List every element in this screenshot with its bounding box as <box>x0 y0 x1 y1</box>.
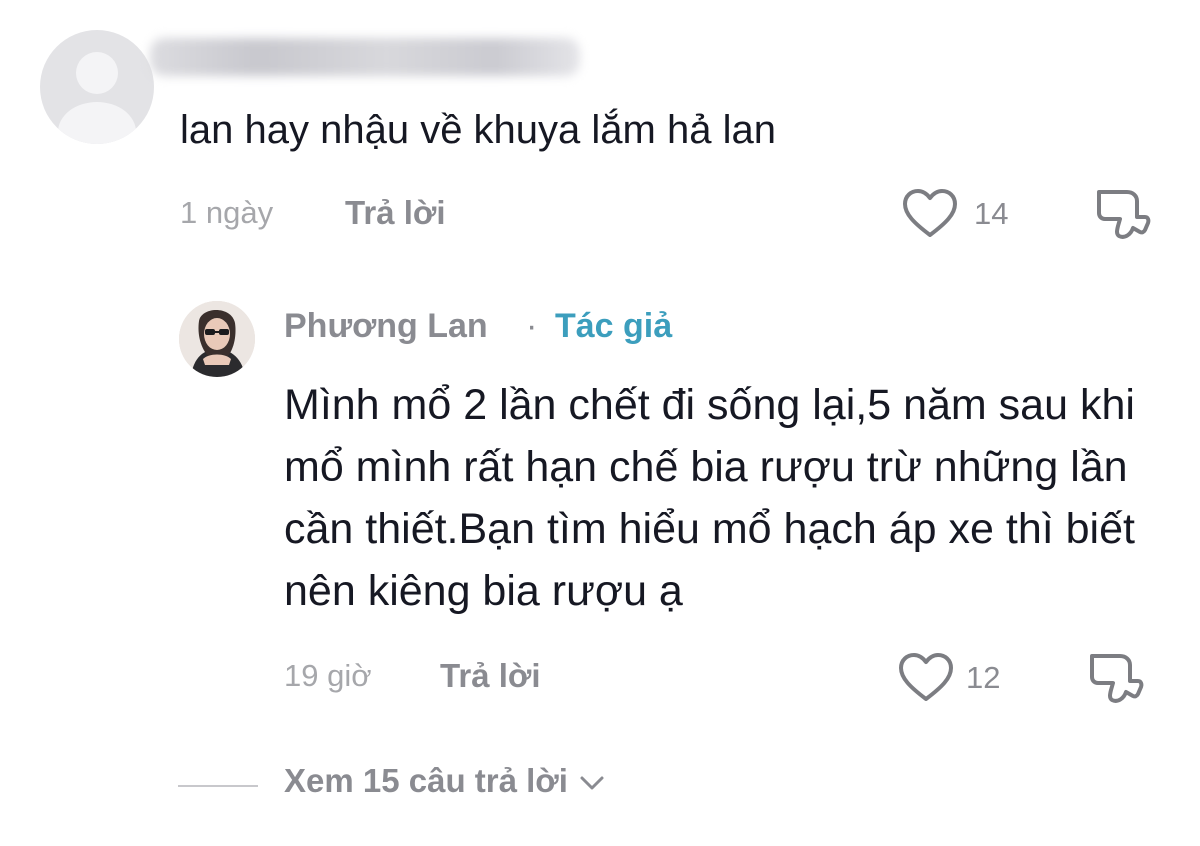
view-replies-divider <box>178 785 258 787</box>
chevron-down-icon <box>580 776 604 790</box>
author-photo <box>179 301 255 377</box>
view-replies-label: Xem 15 câu trả lời <box>284 762 568 799</box>
reply-author-name[interactable]: Phương Lan <box>284 307 488 346</box>
comment-dislike-button[interactable] <box>1093 186 1151 247</box>
comment-like-count: 14 <box>974 196 1009 231</box>
reply-dislike-button[interactable] <box>1086 650 1144 711</box>
reply-time: 19 giờ <box>284 658 372 693</box>
comment-reply-button[interactable]: Trả lời <box>345 194 446 232</box>
view-replies-button[interactable]: Xem 15 câu trả lời <box>284 762 607 800</box>
reply-reply-button[interactable]: Trả lời <box>440 657 541 695</box>
commenter-name-blurred <box>150 38 580 76</box>
reply-author-avatar[interactable] <box>179 301 255 377</box>
thumbs-down-icon <box>1090 654 1144 703</box>
thumbs-down-icon <box>1097 190 1151 239</box>
commenter-avatar[interactable] <box>40 30 154 144</box>
comment-like-button[interactable] <box>902 188 958 245</box>
heart-outline-icon <box>903 189 957 237</box>
author-separator: · <box>526 307 538 345</box>
author-badge: Tác giả <box>555 307 673 345</box>
reply-like-button[interactable] <box>898 652 954 709</box>
comment-text: lan hay nhậu về khuya lắm hả lan <box>180 108 776 152</box>
comment-time: 1 ngày <box>180 195 274 230</box>
heart-outline-icon <box>899 653 953 701</box>
reply-text: Mình mổ 2 lần chết đi sống lại,5 năm sau… <box>284 381 1135 615</box>
reply-like-count: 12 <box>966 660 1001 695</box>
